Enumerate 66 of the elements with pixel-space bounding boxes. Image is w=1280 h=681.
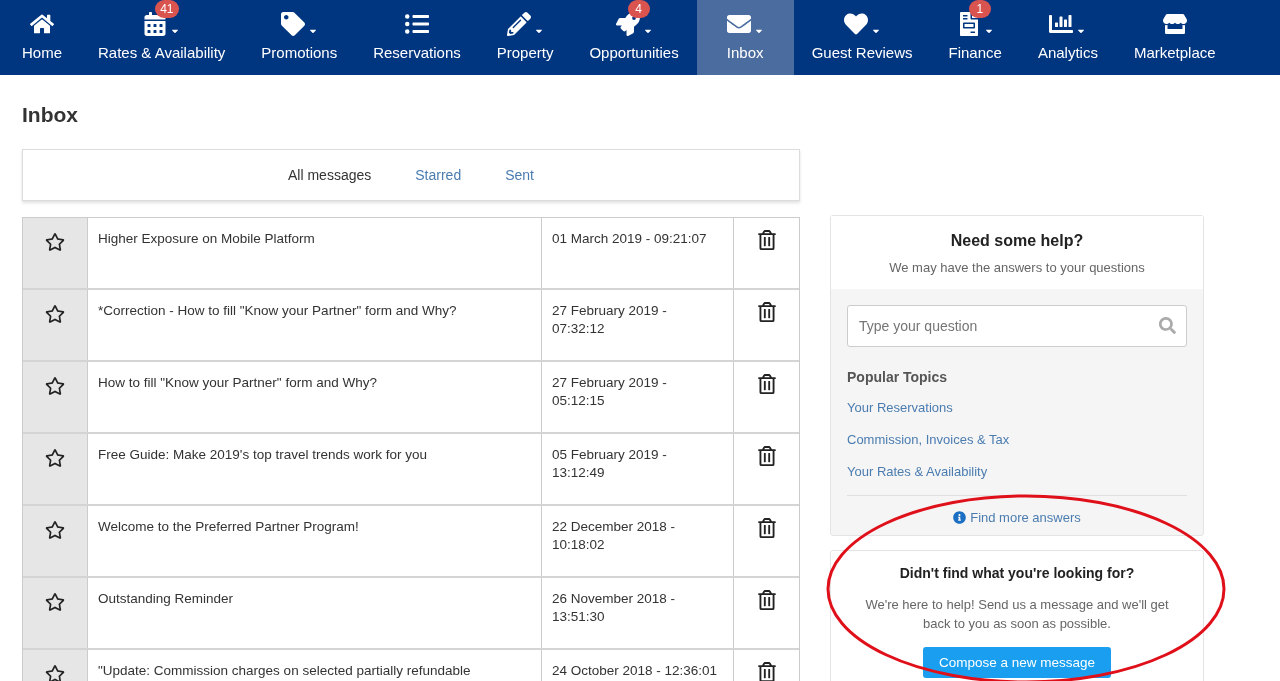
star-icon[interactable] [45, 448, 65, 468]
date-cell: 26 November 2018 - 13:51:30 [541, 578, 733, 648]
subject-cell[interactable]: Free Guide: Make 2019's top travel trends work for you [87, 434, 541, 504]
pencil-icon [506, 12, 531, 36]
store-icon [1162, 12, 1187, 36]
subject-cell[interactable]: Welcome to the Preferred Partner Program! [87, 506, 541, 576]
star-icon[interactable] [45, 232, 65, 252]
more-answers-link[interactable]: Find more answers [970, 510, 1081, 525]
nav-item[interactable]: 4 Opportunities [571, 0, 697, 75]
contact-text: We're here to help! Send us a message and we'll get back to you as soon as possible. [864, 596, 1170, 633]
star-icon[interactable] [45, 664, 65, 681]
bar-chart-icon [1049, 12, 1074, 36]
heart-icon [843, 12, 868, 36]
home-icon [30, 12, 54, 36]
nav-item[interactable]: Analytics [1019, 0, 1116, 75]
star-icon[interactable] [45, 592, 65, 612]
nav-item[interactable]: Reservations [355, 0, 479, 75]
info-icon [953, 511, 967, 524]
date-cell: 05 February 2019 - 13:12:49 [541, 434, 733, 504]
nav-item[interactable]: 41 Rates & Availability [80, 0, 244, 75]
trash-icon[interactable] [756, 446, 777, 466]
tab[interactable]: Starred [415, 167, 462, 183]
tab[interactable]: All messages [288, 167, 372, 183]
calendar-icon [143, 12, 168, 36]
trash-icon[interactable] [756, 518, 777, 538]
star-icon[interactable] [45, 304, 65, 324]
date-cell: 22 December 2018 - 10:18:02 [541, 506, 733, 576]
subject-cell[interactable]: How to fill "Know your Partner" form and Why? [87, 362, 541, 432]
trash-icon[interactable] [756, 302, 777, 322]
tab[interactable]: Sent [505, 167, 534, 183]
trash-icon[interactable] [756, 374, 777, 394]
page-title: Inbox [22, 103, 79, 127]
tag-icon [280, 12, 305, 36]
search-field[interactable]: Type your question [847, 305, 1187, 347]
mail-icon [726, 12, 751, 36]
nav-item[interactable]: 1 Finance [930, 0, 1020, 75]
date-cell: 27 February 2019 - 07:32:12 [541, 290, 733, 360]
help-subtitle: We may have the answers to your questions [888, 260, 1146, 275]
subject-cell[interactable]: Higher Exposure on Mobile Platform [87, 218, 541, 288]
nav-item[interactable]: Property [478, 0, 572, 75]
nav-item[interactable]: Marketplace [1115, 0, 1234, 75]
count-badge: 41 [155, 0, 179, 18]
subject-cell[interactable]: "Update: Commission charges on selected partially refundable [87, 650, 541, 681]
trash-icon[interactable] [756, 230, 777, 250]
count-badge: 4 [627, 0, 650, 18]
count-badge: 1 [968, 0, 991, 18]
date-cell: 01 March 2019 - 09:21:07 [541, 218, 733, 288]
help-title: Need some help? [949, 232, 1085, 250]
topic-link[interactable]: Your Reservations [847, 400, 1187, 415]
nav-item[interactable]: Home [4, 0, 80, 75]
trash-icon[interactable] [756, 662, 777, 681]
nav-item[interactable]: Inbox [696, 0, 794, 75]
date-cell: 24 October 2018 - 12:36:01 [541, 650, 733, 681]
subject-cell[interactable]: Outstanding Reminder [87, 578, 541, 648]
list-icon [404, 12, 429, 36]
date-cell: 27 February 2019 - 05:12:15 [541, 362, 733, 432]
star-icon[interactable] [45, 520, 65, 540]
trash-icon[interactable] [756, 590, 777, 610]
subject-cell[interactable]: *Correction - How to fill "Know your Partner" form and Why? [87, 290, 541, 360]
star-icon[interactable] [45, 376, 65, 396]
topic-link[interactable]: Your Rates & Availability [847, 464, 1187, 479]
topic-link[interactable]: Commission, Invoices & Tax [847, 432, 1187, 447]
contact-title: Didn't find what you're looking for? [898, 565, 1136, 581]
nav-item[interactable]: Guest Reviews [793, 0, 931, 75]
nav-item[interactable]: Promotions [243, 0, 356, 75]
topics-title: Popular Topics [847, 369, 949, 385]
